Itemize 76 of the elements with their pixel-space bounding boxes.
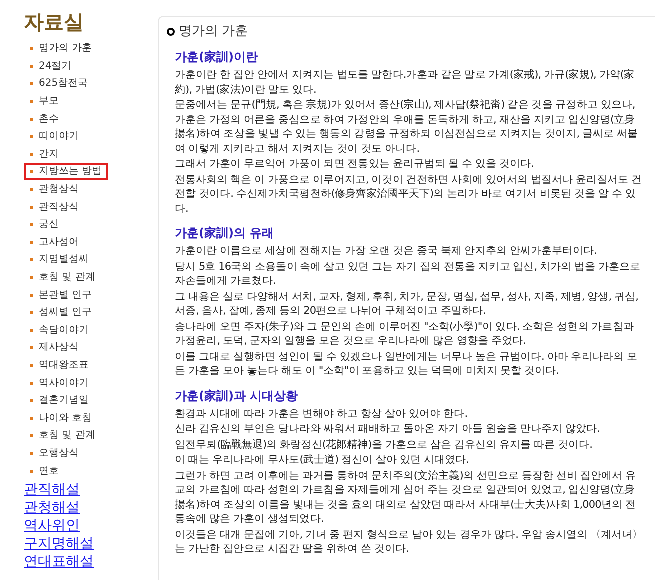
paragraph: 이 때는 우리나라에 무사도(武士道) 정신이 살아 있던 시대였다. [175,453,470,468]
paragraph: 전통사회의 핵은 이 가풍으로 이루어지고, 이것이 건전하면 사회에 있어서의 법질서나 윤리질서도 건전할 것이다. 수신제가치국평천하(修身齊家治國平天下)의 논리가 바로 여기서 비롯된 것을 알 수 있다. [175,172,644,216]
sidebar-link[interactable]: 역사위인 [24,516,80,535]
bullet-icon [30,364,33,367]
paragraph: 이것들은 대개 문집에 기아, 기녀 중 편지 형식으로 남아 있는 경우가 많다. 우암 송시열의 〈계서녀〉는 가난한 집안으로 시집간 딸을 위하여 쓴 것이다. [175,528,644,556]
sidebar-item[interactable]: 띠이야기 [24,128,85,146]
bullet-icon [30,311,33,314]
sidebar-link[interactable]: 관직해설 [24,480,80,499]
bullet-icon [30,434,33,438]
bullet-icon [30,452,33,455]
sidebar-item[interactable]: 역사이야기 [24,374,95,392]
bullet-icon [30,188,33,192]
sidebar-item[interactable]: 24절기 [24,58,78,75]
sidebar-item[interactable]: 관청상식 [24,181,85,198]
section-heading: 가훈(家訓)이란 [175,49,259,65]
sidebar-link[interactable]: 구지명해설 [24,534,94,553]
bullet-icon [30,294,33,297]
bullet-icon [30,170,33,174]
sidebar-item[interactable]: 나이와 호칭 [24,410,98,427]
bullet-icon [30,416,33,420]
sidebar-item[interactable]: 궁신 [24,216,65,234]
sidebar-item[interactable]: 간지 [24,146,65,163]
bullet-icon [30,276,33,280]
bullet-icon [30,346,33,350]
sidebar-item[interactable]: 관직상식 [24,198,85,216]
sidebar-item[interactable]: 오행상식 [24,444,85,462]
sidebar-item[interactable]: 호칭 및 관계 [24,427,102,444]
bullet-icon [30,223,33,226]
sidebar-item[interactable]: 제사상식 [24,339,85,356]
bullet-icon [30,470,33,473]
bullet-icon [30,382,33,385]
paragraph: 그래서 가훈이 무르익어 가풍이 되면 전통있는 윤리규범되 될 수 있을 것이다. [175,157,535,172]
sidebar-item[interactable]: 본관별 인구 [24,286,98,304]
paragraph: 그런가 하면 고려 이후에는 과거를 통하여 문치주의(文治主義)의 선민으로 등장한 선비 집안에서 유교의 가르침에 따라 성현의 가르침을 자제들에게 심어 주는 것으로 일관되어 있었고, 입신양명(立身揚名)하여 조상의 이름을 빛내는 것을 효의 대의로 삼았던 때라서 사대부(士大夫)사회 1,000년의 전통속에 많은 가훈이 생성되었다. [175,468,638,526]
paragraph: 환경과 시대에 따라 가훈은 변해야 하고 항상 살아 있어야 한다. [175,406,469,421]
bullet-icon [30,152,33,156]
sidebar-item[interactable]: 촌수 [24,110,65,128]
bullet-icon [30,64,33,68]
bullet-icon [30,82,33,86]
section-heading: 가훈(家訓)과 시대상황 [175,388,300,404]
paragraph: 신라 김유신의 부인은 당나라와 싸워서 패배하고 돌아온 자기 아들 원술을 만나주지 않았다. [175,422,602,436]
sidebar-link[interactable]: 관청해설 [24,498,80,517]
sidebar-item[interactable]: 역대왕조표 [24,356,95,374]
bullet-icon [30,240,33,244]
sidebar-title: 자료실 [24,10,84,34]
bullet-icon [30,206,33,209]
circle-bullet-icon [167,28,175,36]
sidebar-item[interactable]: 호칭 및 관계 [24,269,102,286]
sidebar-item[interactable]: 지명별성씨 [24,251,95,268]
sidebar-item[interactable]: 부모 [24,93,65,110]
sidebar-item[interactable]: 연호 [24,462,65,480]
sidebar-item[interactable]: 지방쓰는 방법 [24,163,108,180]
bullet-icon [30,47,33,50]
bullet-icon [30,118,33,121]
paragraph: 그 내용은 실로 다양해서 서치, 교자, 형제, 후취, 치가, 문장, 명실, 섭무, 성사, 지족, 제병, 양생, 귀심, 서증, 음사, 잡예, 종제 등의 20편으로 나뉘어 구체적이고 주밀하다. [175,290,640,318]
content-title: 명가의 가훈 [179,23,248,41]
sidebar-item[interactable]: 고사성어 [24,234,85,251]
sidebar-link[interactable]: 연대표해설 [24,552,94,571]
bullet-icon [30,258,33,262]
sidebar-item[interactable]: 625참전국 [24,75,94,92]
paragraph: 송나라에 오면 주자(朱子)와 그 문인의 손에 이루어진 "소학(小學)"이 있다. 소학은 성현의 가르침과 가정윤리, 도덕, 군자의 일행을 모은 것으로 우리나라에 많은 영향을 주었다. [175,320,635,348]
paragraph: 가훈이란 이름으로 세상에 전해지는 가장 오랜 것은 중국 북제 안지추의 안씨가훈부터이다. [175,244,598,258]
bullet-icon [30,328,33,332]
paragraph: 문중에서는 문규(門規, 혹은 宗規)가 있어서 종산(宗山), 제사답(祭祀畓) 같은 것을 규정하고 있으나, 가훈은 가정의 어른을 중심으로 하여 가정안의 우애를 돈독하게 하고, 재산을 지키고 입신양명(立身揚名)하여 조상을 빛낼 수 있는 행동의 강령을 규정하되 이심전심으로 지켜지는 것이지, 글씨로 써붙여 이렇게 지키라고 해서 지켜지는 것이 것도 아니다. [175,98,640,156]
bullet-icon [30,399,33,402]
section-heading: 가훈(家訓)의 유래 [175,225,276,241]
sidebar-item[interactable]: 성씨별 인구 [24,304,98,322]
paragraph: 가훈이란 한 집안 안에서 지켜지는 법도를 말한다.가훈과 같은 말로 가계(家戒), 가규(家規), 가약(家約), 가법(家法)이란 말도 있다. [175,68,636,97]
sidebar-item[interactable]: 결혼기념일 [24,392,95,410]
paragraph: 당시 5호 16국의 소용돌이 속에 살고 있던 그는 자기 집의 전통을 지키고 입신, 치가의 법을 가훈으로 자손들에게 가르쳤다. [175,260,642,288]
sidebar-item[interactable]: 명가의 가훈 [24,40,98,58]
bullet-icon [30,100,33,104]
paragraph: 이를 그대로 실행하면 성인이 될 수 있겠으나 일반에게는 너무나 높은 규범이다. 아마 우리나라의 모든 가훈을 모아 놓는다 해도 이 "소학"이 포용하고 있는 덕목에 미치지 못할 것이다. [175,350,638,378]
paragraph: 임전무퇴(臨戰無退)의 화랑정신(花郞精神)을 가훈으로 삼은 김유신의 유지를 따른 것이다. [175,438,594,452]
sidebar-item[interactable]: 속담이야기 [24,322,95,339]
bullet-icon [30,135,33,138]
